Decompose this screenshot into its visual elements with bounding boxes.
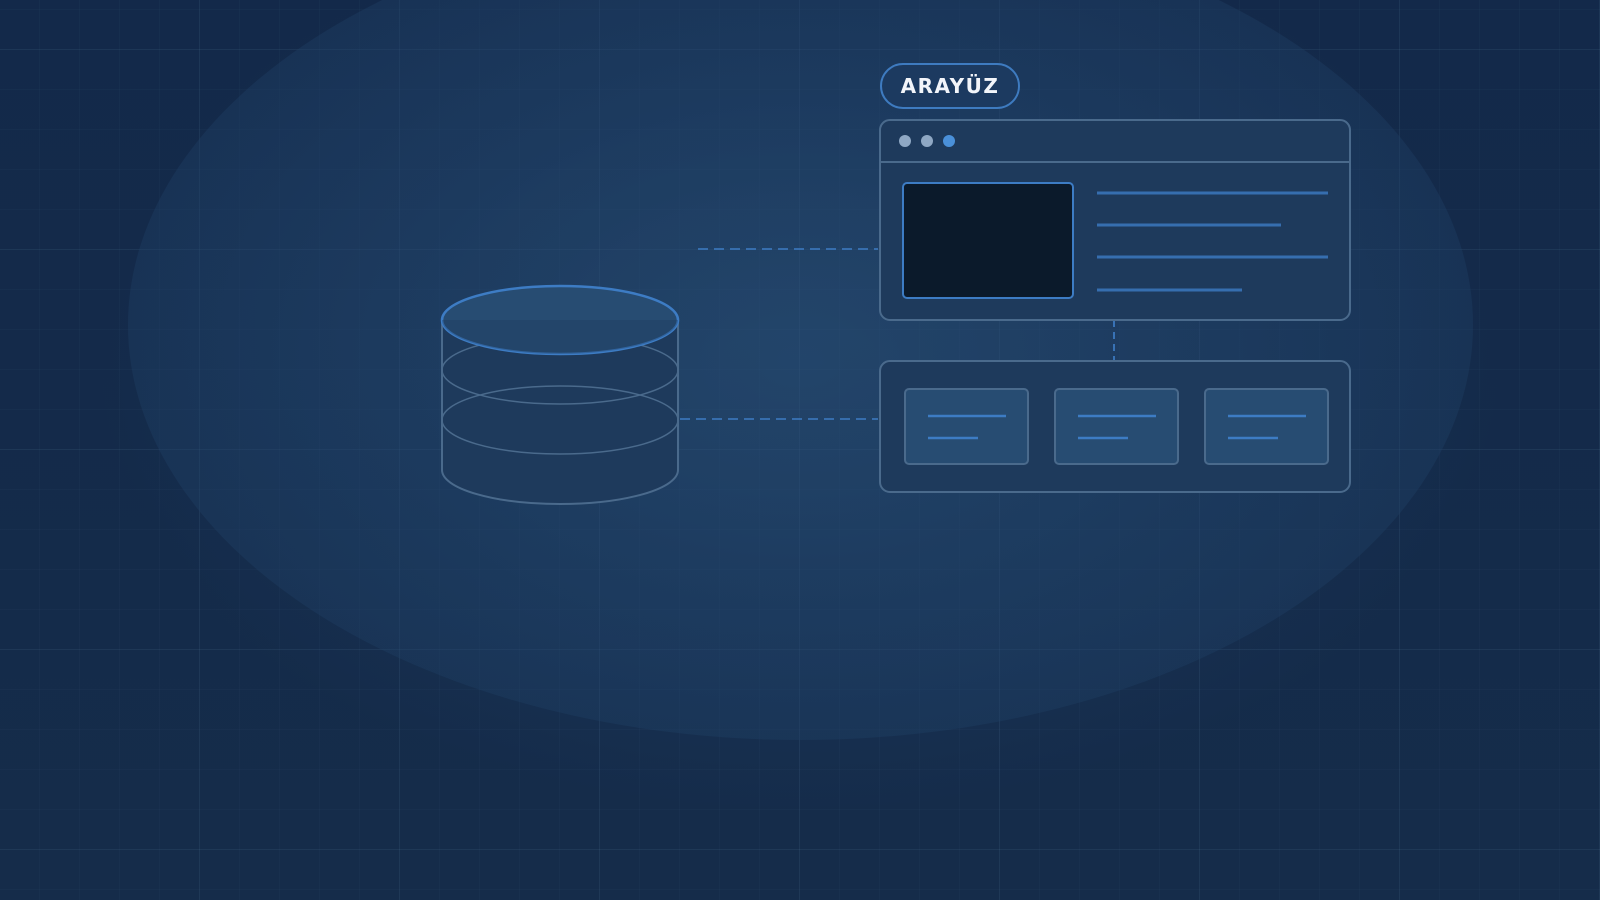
card-2 [1054, 388, 1179, 465]
database-icon [440, 284, 680, 505]
card-3 [1204, 388, 1329, 465]
interface-window [879, 119, 1351, 321]
interface-label: ARAYÜZ [880, 63, 1020, 109]
window-dot-1 [899, 135, 911, 147]
component-panel [879, 360, 1351, 493]
architecture-diagram [440, 119, 1351, 505]
window-dot-3 [943, 135, 955, 147]
card-1 [904, 388, 1029, 465]
window-dot-2 [921, 135, 933, 147]
window-screen [902, 182, 1074, 299]
diagram-canvas: ARAYÜZ [0, 0, 1600, 900]
